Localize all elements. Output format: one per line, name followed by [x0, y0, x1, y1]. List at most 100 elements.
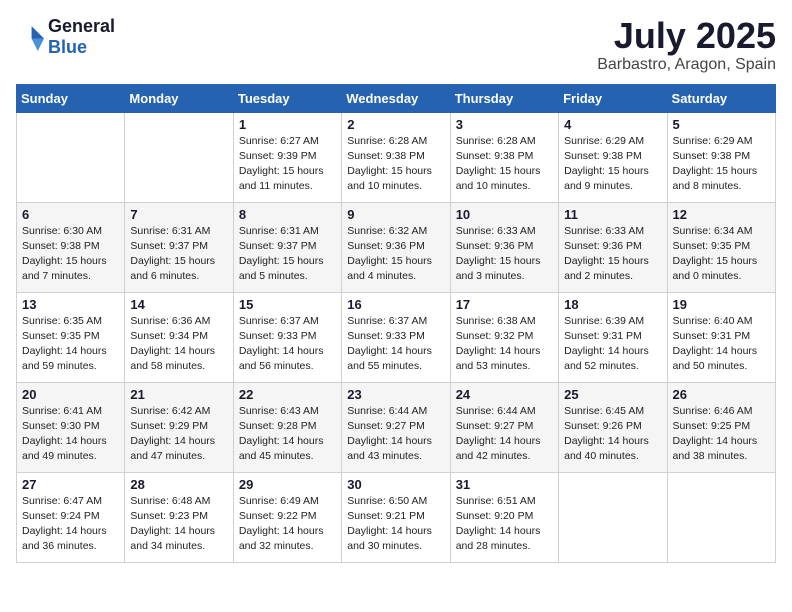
day-number: 11	[564, 207, 661, 222]
calendar-cell: 5Sunrise: 6:29 AM Sunset: 9:38 PM Daylig…	[667, 112, 775, 202]
day-number: 14	[130, 297, 227, 312]
calendar-cell	[667, 472, 775, 562]
day-number: 7	[130, 207, 227, 222]
calendar-cell: 14 Sunrise: 6:36 AM Sunset: 9:34 PM Dayli…	[125, 292, 233, 382]
logo-text: General Blue	[48, 16, 115, 58]
day-of-week-header: Wednesday	[342, 84, 450, 112]
header: General Blue July 2025 Barbastro, Aragon…	[16, 16, 776, 74]
month-title: July 2025	[597, 16, 776, 56]
logo-general: General	[48, 16, 115, 36]
logo-blue: Blue	[48, 37, 87, 57]
calendar-body: 1Sunrise: 6:27 AM Sunset: 9:39 PM Daylig…	[17, 112, 776, 562]
calendar-cell: 31Sunrise: 6:51 AM Sunset: 9:20 PM Dayli…	[450, 472, 558, 562]
day-detail: Sunrise: 6:49 AM Sunset: 9:22 PM Dayligh…	[239, 495, 324, 553]
day-number: 19	[673, 297, 770, 312]
calendar-cell: 1Sunrise: 6:27 AM Sunset: 9:39 PM Daylig…	[233, 112, 341, 202]
day-detail: Sunrise: 6:51 AM Sunset: 9:20 PM Dayligh…	[456, 495, 541, 553]
calendar-week-row: 20 Sunrise: 6:41 AM Sunset: 9:30 PM Dayli…	[17, 382, 776, 472]
day-number: 30	[347, 477, 444, 492]
calendar-cell: 13 Sunrise: 6:35 AM Sunset: 9:35 PM Dayli…	[17, 292, 125, 382]
day-number: 4	[564, 117, 661, 132]
day-number: 12	[673, 207, 770, 222]
day-detail: Sunrise: 6:41 AM Sunset: 9:30 PM Dayligh…	[22, 405, 107, 463]
calendar-cell: 11 Sunrise: 6:33 AM Sunset: 9:36 PM Dayli…	[559, 202, 667, 292]
day-number: 13	[22, 297, 119, 312]
day-number: 24	[456, 387, 553, 402]
calendar-cell	[125, 112, 233, 202]
calendar-cell: 29 Sunrise: 6:49 AM Sunset: 9:22 PM Dayli…	[233, 472, 341, 562]
day-detail: Sunrise: 6:44 AM Sunset: 9:27 PM Dayligh…	[347, 405, 432, 463]
calendar-cell: 12 Sunrise: 6:34 AM Sunset: 9:35 PM Dayli…	[667, 202, 775, 292]
day-number: 10	[456, 207, 553, 222]
calendar-cell: 3 Sunrise: 6:28 AM Sunset: 9:38 PM Daylig…	[450, 112, 558, 202]
calendar-cell	[559, 472, 667, 562]
day-number: 2	[347, 117, 444, 132]
day-detail: Sunrise: 6:39 AM Sunset: 9:31 PM Dayligh…	[564, 315, 649, 373]
day-detail: Sunrise: 6:37 AM Sunset: 9:33 PM Dayligh…	[239, 315, 324, 373]
day-of-week-header: Thursday	[450, 84, 558, 112]
calendar-table: SundayMondayTuesdayWednesdayThursdayFrid…	[16, 84, 776, 563]
day-detail: Sunrise: 6:45 AM Sunset: 9:26 PM Dayligh…	[564, 405, 649, 463]
day-detail: Sunrise: 6:36 AM Sunset: 9:34 PM Dayligh…	[130, 315, 215, 373]
day-detail: Sunrise: 6:31 AM Sunset: 9:37 PM Dayligh…	[130, 225, 215, 283]
day-number: 22	[239, 387, 336, 402]
calendar-week-row: 1Sunrise: 6:27 AM Sunset: 9:39 PM Daylig…	[17, 112, 776, 202]
day-detail: Sunrise: 6:31 AM Sunset: 9:37 PM Dayligh…	[239, 225, 324, 283]
day-detail: Sunrise: 6:48 AM Sunset: 9:23 PM Dayligh…	[130, 495, 215, 553]
day-detail: Sunrise: 6:33 AM Sunset: 9:36 PM Dayligh…	[564, 225, 649, 283]
calendar-cell: 2 Sunrise: 6:28 AM Sunset: 9:38 PM Daylig…	[342, 112, 450, 202]
day-detail: Sunrise: 6:29 AM Sunset: 9:38 PM Dayligh…	[673, 135, 758, 193]
day-number: 6	[22, 207, 119, 222]
logo-icon	[16, 23, 44, 51]
calendar-cell: 9 Sunrise: 6:32 AM Sunset: 9:36 PM Daylig…	[342, 202, 450, 292]
day-number: 15	[239, 297, 336, 312]
calendar-cell: 27Sunrise: 6:47 AM Sunset: 9:24 PM Dayli…	[17, 472, 125, 562]
day-number: 1	[239, 117, 336, 132]
calendar-cell: 26 Sunrise: 6:46 AM Sunset: 9:25 PM Dayli…	[667, 382, 775, 472]
calendar-header-row: SundayMondayTuesdayWednesdayThursdayFrid…	[17, 84, 776, 112]
day-detail: Sunrise: 6:28 AM Sunset: 9:38 PM Dayligh…	[347, 135, 432, 193]
location-title: Barbastro, Aragon, Spain	[597, 56, 776, 74]
day-detail: Sunrise: 6:46 AM Sunset: 9:25 PM Dayligh…	[673, 405, 758, 463]
calendar-cell: 21Sunrise: 6:42 AM Sunset: 9:29 PM Dayli…	[125, 382, 233, 472]
day-detail: Sunrise: 6:44 AM Sunset: 9:27 PM Dayligh…	[456, 405, 541, 463]
calendar-cell: 7 Sunrise: 6:31 AM Sunset: 9:37 PM Daylig…	[125, 202, 233, 292]
day-detail: Sunrise: 6:38 AM Sunset: 9:32 PM Dayligh…	[456, 315, 541, 373]
day-number: 23	[347, 387, 444, 402]
day-number: 26	[673, 387, 770, 402]
calendar-cell	[17, 112, 125, 202]
day-detail: Sunrise: 6:33 AM Sunset: 9:36 PM Dayligh…	[456, 225, 541, 283]
day-detail: Sunrise: 6:37 AM Sunset: 9:33 PM Dayligh…	[347, 315, 432, 373]
calendar-cell: 23 Sunrise: 6:44 AM Sunset: 9:27 PM Dayli…	[342, 382, 450, 472]
calendar-week-row: 6 Sunrise: 6:30 AM Sunset: 9:38 PM Daylig…	[17, 202, 776, 292]
calendar-cell: 6 Sunrise: 6:30 AM Sunset: 9:38 PM Daylig…	[17, 202, 125, 292]
day-number: 29	[239, 477, 336, 492]
calendar-cell: 24 Sunrise: 6:44 AM Sunset: 9:27 PM Dayli…	[450, 382, 558, 472]
day-number: 20	[22, 387, 119, 402]
day-of-week-header: Sunday	[17, 84, 125, 112]
calendar-cell: 30Sunrise: 6:50 AM Sunset: 9:21 PM Dayli…	[342, 472, 450, 562]
day-number: 8	[239, 207, 336, 222]
day-of-week-header: Saturday	[667, 84, 775, 112]
day-of-week-header: Monday	[125, 84, 233, 112]
calendar-cell: 25Sunrise: 6:45 AM Sunset: 9:26 PM Dayli…	[559, 382, 667, 472]
day-detail: Sunrise: 6:34 AM Sunset: 9:35 PM Dayligh…	[673, 225, 758, 283]
day-detail: Sunrise: 6:35 AM Sunset: 9:35 PM Dayligh…	[22, 315, 107, 373]
title-area: July 2025 Barbastro, Aragon, Spain	[597, 16, 776, 74]
day-number: 3	[456, 117, 553, 132]
day-number: 17	[456, 297, 553, 312]
calendar-cell: 19 Sunrise: 6:40 AM Sunset: 9:31 PM Dayli…	[667, 292, 775, 382]
day-number: 9	[347, 207, 444, 222]
day-number: 21	[130, 387, 227, 402]
day-detail: Sunrise: 6:32 AM Sunset: 9:36 PM Dayligh…	[347, 225, 432, 283]
day-detail: Sunrise: 6:40 AM Sunset: 9:31 PM Dayligh…	[673, 315, 758, 373]
calendar-cell: 10 Sunrise: 6:33 AM Sunset: 9:36 PM Dayli…	[450, 202, 558, 292]
day-detail: Sunrise: 6:29 AM Sunset: 9:38 PM Dayligh…	[564, 135, 649, 193]
day-detail: Sunrise: 6:30 AM Sunset: 9:38 PM Dayligh…	[22, 225, 107, 283]
day-number: 16	[347, 297, 444, 312]
day-of-week-header: Friday	[559, 84, 667, 112]
calendar-cell: 20 Sunrise: 6:41 AM Sunset: 9:30 PM Dayli…	[17, 382, 125, 472]
day-detail: Sunrise: 6:28 AM Sunset: 9:38 PM Dayligh…	[456, 135, 541, 193]
calendar-week-row: 27Sunrise: 6:47 AM Sunset: 9:24 PM Dayli…	[17, 472, 776, 562]
calendar-cell: 28Sunrise: 6:48 AM Sunset: 9:23 PM Dayli…	[125, 472, 233, 562]
